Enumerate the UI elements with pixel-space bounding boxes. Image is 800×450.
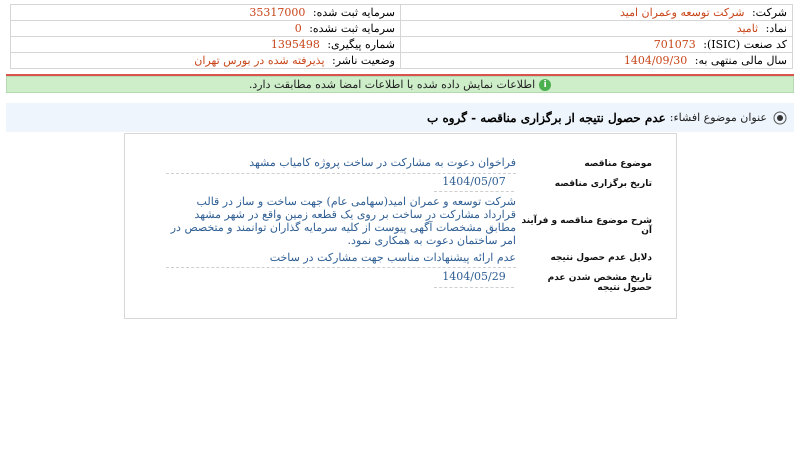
detail-key: دلایل عدم حصول نتیجه (550, 253, 652, 263)
subject-title: عدم حصول نتیجه از برگزاری مناقصه - گروه … (427, 110, 666, 125)
info-icon: i (539, 78, 552, 91)
publisher-status-value: پذیرفته شده در بورس تهران (194, 54, 325, 67)
info-row: نماد: ثامید سرمایه ثبت نشده: 0 (10, 20, 793, 37)
detail-key: شرح موضوع مناقصه و فرآیند آن (521, 216, 652, 236)
unregistered-capital-cell: سرمایه ثبت نشده: 0 (10, 20, 401, 37)
target-icon (773, 111, 787, 124)
publisher-status-cell: وضعیت ناشر: پذیرفته شده در بورس تهران (10, 52, 401, 69)
info-row: سال مالی منتهی به: 1404/09/30 وضعیت ناشر… (10, 52, 793, 69)
company-cell: شرکت: شرکت توسعه وعمران امید (400, 4, 793, 21)
tracking-cell: شماره پیگیری: 1395498 (10, 36, 401, 53)
detail-value: فراخوان دعوت به مشارکت در ساخت پروژه کام… (166, 156, 516, 174)
verification-banner: i اطلاعات نمایش داده شده با اطلاعات امضا… (6, 76, 794, 93)
detail-value: 1404/05/07 (434, 175, 514, 192)
publisher-status-label: وضعیت ناشر: (332, 54, 395, 67)
details-panel: موضوع مناقصه فراخوان دعوت به مشارکت در س… (124, 133, 677, 319)
banner-text: اطلاعات نمایش داده شده با اطلاعات امضا ش… (248, 78, 536, 91)
isic-value: 701073 (653, 38, 696, 51)
detail-value: عدم ارائه پیشنهادات مناسب جهت مشارکت در … (166, 251, 516, 268)
info-row: شرکت: شرکت توسعه وعمران امید سرمایه ثبت … (10, 4, 793, 21)
subject-label: عنوان موضوع افشاء: (669, 111, 767, 124)
company-label: شرکت: (751, 6, 787, 19)
tracking-label: شماره پیگیری: (327, 38, 395, 51)
registered-capital-cell: سرمایه ثبت شده: 35317000 (10, 4, 401, 21)
detail-key: موضوع مناقصه (584, 159, 652, 169)
symbol-value[interactable]: ثامید (737, 22, 758, 35)
company-info-table: شرکت: شرکت توسعه وعمران امید سرمایه ثبت … (10, 4, 793, 69)
symbol-label: نماد: (765, 22, 787, 35)
registered-capital-value: 35317000 (249, 6, 306, 19)
detail-key: تاریخ برگزاری مناقصه (554, 179, 652, 189)
fiscal-year-label: سال مالی منتهی به: (694, 54, 787, 67)
unregistered-capital-value: 0 (294, 22, 302, 35)
unregistered-capital-label: سرمایه ثبت نشده: (309, 22, 395, 35)
company-name[interactable]: شرکت توسعه وعمران امید (620, 6, 744, 19)
registered-capital-label: سرمایه ثبت شده: (312, 6, 395, 19)
symbol-cell: نماد: ثامید (400, 20, 793, 37)
fiscal-year-value: 1404/09/30 (623, 54, 688, 67)
detail-key: تاریخ مشخص شدن عدم حصول نتیجه (547, 273, 652, 293)
subject-bar: عنوان موضوع افشاء: عدم حصول نتیجه از برگ… (6, 103, 794, 132)
fiscal-year-cell: سال مالی منتهی به: 1404/09/30 (400, 52, 793, 69)
detail-value: شرکت توسعه و عمران امید(سهامی عام) جهت س… (170, 195, 516, 247)
detail-value: 1404/05/29 (434, 270, 514, 288)
tracking-value: 1395498 (270, 38, 320, 51)
info-row: کد صنعت (ISIC): 701073 شماره پیگیری: 139… (10, 36, 793, 53)
isic-cell: کد صنعت (ISIC): 701073 (400, 36, 793, 53)
isic-label: کد صنعت (ISIC): (703, 38, 787, 51)
